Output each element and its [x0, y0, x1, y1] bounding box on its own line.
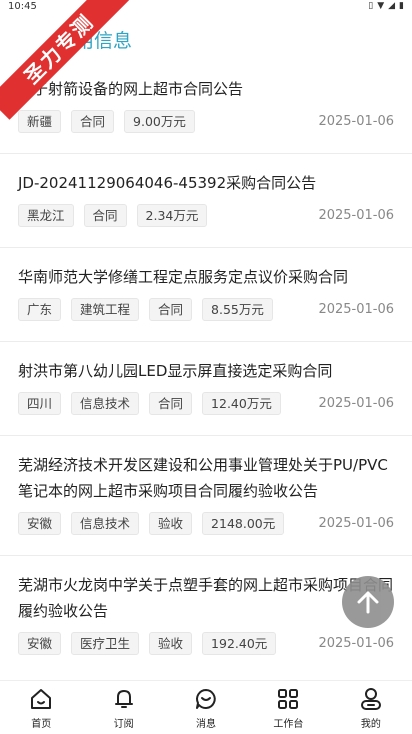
- item-date: 2025-01-06: [318, 302, 394, 317]
- list-item[interactable]: JD-20241129064046-45392采购合同公告 黑龙江 合同 2.3…: [0, 154, 412, 248]
- tags-row: 广东 建筑工程 合同 8.55万元 2025-01-06: [18, 298, 394, 341]
- arrow-up-icon: [357, 591, 379, 614]
- category-tag: 建筑工程: [71, 298, 140, 321]
- type-tag: 合同: [149, 392, 193, 415]
- amount-tag: 9.00万元: [124, 110, 195, 133]
- battery-icon: ▮: [399, 1, 404, 11]
- item-title: 芜湖经济技术开发区建设和公用事业管理处关于PU/PVC笔记本的网上超市采购项目合…: [18, 456, 388, 500]
- signal-icon: ◢: [388, 1, 396, 11]
- tags-row: 安徽 医疗卫生 验收 192.40元 2025-01-06: [18, 632, 394, 675]
- bell-icon: [114, 690, 133, 708]
- item-date: 2025-01-06: [318, 636, 394, 651]
- status-time: 10:45: [8, 1, 37, 12]
- wifi-icon: ▼: [377, 1, 385, 11]
- item-date: 2025-01-06: [318, 516, 394, 531]
- list-item[interactable]: 华南师范大学修缮工程定点服务定点议价采购合同 广东 建筑工程 合同 8.55万元…: [0, 248, 412, 342]
- region-tag: 安徽: [18, 632, 62, 655]
- item-title: 华南师范大学修缮工程定点服务定点议价采购合同: [18, 268, 349, 286]
- status-bar: 10:45 ▯ ▼ ◢ ▮: [0, 0, 412, 14]
- status-icons: ▯ ▼ ◢ ▮: [368, 1, 404, 11]
- item-title: JD-20241129064046-45392采购合同公告: [18, 174, 317, 192]
- region-tag: 四川: [18, 392, 62, 415]
- amount-tag: 2148.00元: [202, 512, 285, 535]
- tags-row: 新疆 合同 9.00万元 2025-01-06: [18, 110, 394, 153]
- tab-label: 订阅: [113, 719, 134, 730]
- item-date: 2025-01-06: [318, 208, 394, 223]
- list-item[interactable]: 芜湖经济技术开发区建设和公用事业管理处关于PU/PVC笔记本的网上超市采购项目合…: [0, 436, 412, 556]
- vibrate-icon: ▯: [368, 1, 374, 11]
- tab-label: 工作台: [273, 719, 304, 730]
- region-tag: 广东: [18, 298, 62, 321]
- amount-tag: 2.34万元: [136, 204, 208, 227]
- type-tag: 合同: [71, 110, 115, 133]
- type-tag: 验收: [149, 512, 193, 535]
- list-item[interactable]: 射洪市第八幼儿园LED显示屏直接选定采购合同 四川 信息技术 合同 12.40万…: [0, 342, 412, 436]
- type-tag: 合同: [83, 204, 127, 227]
- region-tag: 安徽: [18, 512, 62, 535]
- home-icon: [31, 689, 52, 709]
- back-to-top-button[interactable]: [342, 576, 394, 628]
- region-tag: 黑龙江: [18, 204, 74, 227]
- tab-messages[interactable]: 消息: [165, 681, 247, 734]
- grid-icon: [278, 689, 299, 709]
- tags-row: 安徽 信息技术 验收 2148.00元 2025-01-06: [18, 512, 394, 555]
- list-item[interactable]: 关于射箭设备的网上超市合同公告 新疆 合同 9.00万元 2025-01-06: [0, 62, 412, 154]
- tab-home[interactable]: 首页: [0, 681, 82, 734]
- tab-profile[interactable]: 我的: [330, 681, 412, 734]
- chat-icon: [196, 689, 216, 709]
- amount-tag: 12.40万元: [202, 392, 281, 415]
- bottom-tab-bar: 首页 订阅 消息 工作台 我的: [0, 680, 412, 734]
- item-date: 2025-01-06: [318, 396, 394, 411]
- amount-tag: 192.40元: [202, 632, 277, 655]
- type-tag: 合同: [149, 298, 193, 321]
- tab-subscribe[interactable]: 订阅: [82, 681, 164, 734]
- category-tag: 信息技术: [71, 512, 140, 535]
- region-tag: 新疆: [18, 110, 62, 133]
- amount-tag: 8.55万元: [202, 298, 273, 321]
- category-tag: 医疗卫生: [71, 632, 140, 655]
- user-icon: [360, 688, 381, 710]
- tab-workbench[interactable]: 工作台: [247, 681, 329, 734]
- item-date: 2025-01-06: [318, 114, 394, 129]
- tags-row: 黑龙江 合同 2.34万元 2025-01-06: [18, 204, 394, 247]
- tab-label: 我的: [360, 719, 381, 730]
- item-title: 芜湖市火龙岗中学关于点塑手套的网上超市采购项目合同履约验收公告: [18, 576, 394, 620]
- category-tag: 信息技术: [71, 392, 140, 415]
- type-tag: 验收: [149, 632, 193, 655]
- tab-label: 首页: [31, 719, 52, 730]
- item-title: 射洪市第八幼儿园LED显示屏直接选定采购合同: [18, 362, 333, 380]
- item-title: 关于射箭设备的网上超市合同公告: [18, 80, 244, 98]
- tab-label: 消息: [196, 719, 217, 730]
- tags-row: 四川 信息技术 合同 12.40万元 2025-01-06: [18, 392, 394, 435]
